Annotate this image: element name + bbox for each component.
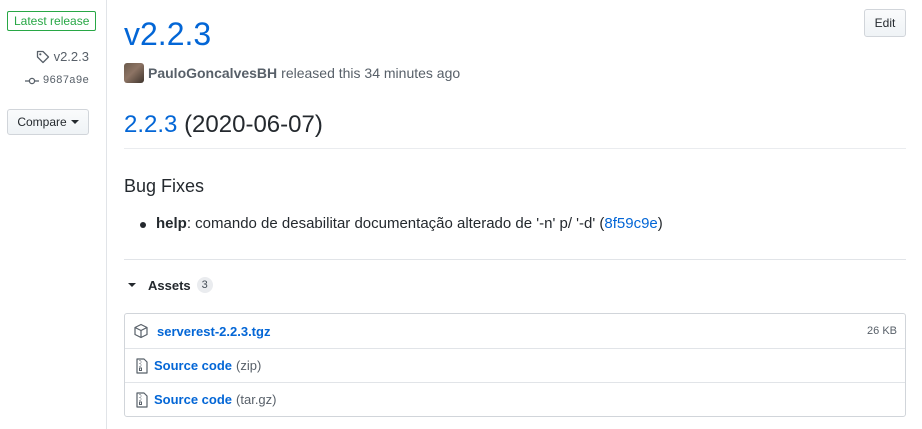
latest-release-badge: Latest release — [7, 11, 97, 31]
version-date: (2020-06-07) — [184, 111, 323, 138]
assets-toggle[interactable]: Assets 3 — [124, 277, 213, 293]
file-zip-icon — [136, 357, 148, 374]
assets-list: serverest-2.2.3.tgz 26 KB Source code (z… — [124, 313, 906, 417]
version-heading: 2.2.3 (2020-06-07) — [124, 110, 906, 149]
git-commit-icon — [24, 76, 39, 86]
release-title[interactable]: v2.2.3 — [124, 14, 211, 54]
fix-commit-link[interactable]: 8f59c9e — [604, 215, 657, 232]
release-meta-column: Latest release v2.2.3 9687a9e Compare — [0, 0, 107, 429]
package-icon — [133, 323, 149, 339]
commit-link[interactable]: 9687a9e — [24, 75, 89, 87]
source-code-zip-link[interactable]: Source code — [154, 358, 232, 373]
caret-down-icon — [128, 283, 136, 287]
fix-close: ) — [657, 215, 663, 232]
compare-label: Compare — [17, 115, 67, 129]
divider — [124, 259, 906, 260]
release-byline: PauloGoncalvesBH released this 34 minute… — [124, 63, 460, 83]
list-item: help: comando de desabilitar documentaçã… — [124, 213, 663, 235]
avatar[interactable] — [124, 63, 144, 83]
file-zip-icon — [136, 391, 148, 408]
asset-ext: (zip) — [236, 358, 262, 373]
version-link[interactable]: 2.2.3 — [124, 111, 177, 138]
released-time: released this 34 minutes ago — [281, 65, 461, 81]
compare-button[interactable]: Compare — [7, 109, 89, 135]
commit-sha: 9687a9e — [42, 75, 89, 87]
fix-text: : comando de desabilitar documentação al… — [186, 215, 605, 232]
asset-row: Source code (tar.gz) — [125, 382, 905, 416]
asset-ext: (tar.gz) — [236, 392, 277, 407]
author-link[interactable]: PauloGoncalvesBH — [148, 65, 277, 81]
assets-label: Assets — [148, 277, 191, 293]
edit-button[interactable]: Edit — [864, 9, 906, 37]
bug-fixes-heading: Bug Fixes — [124, 176, 205, 196]
asset-size: 26 KB — [867, 325, 897, 337]
asset-link[interactable]: serverest-2.2.3.tgz — [157, 324, 270, 339]
asset-row: serverest-2.2.3.tgz 26 KB — [125, 314, 905, 348]
fix-scope: help — [156, 215, 187, 232]
bullet-icon — [140, 222, 146, 228]
chevron-down-icon — [70, 120, 79, 124]
tag-icon — [36, 50, 50, 64]
tag-name: v2.2.3 — [53, 49, 89, 64]
assets-count: 3 — [196, 277, 213, 293]
asset-row: Source code (zip) — [125, 348, 905, 382]
source-code-targz-link[interactable]: Source code — [154, 392, 232, 407]
tag-link[interactable]: v2.2.3 — [36, 49, 89, 64]
release-page: Latest release v2.2.3 9687a9e Compare v2… — [0, 0, 922, 429]
bug-fixes-list: help: comando de desabilitar documentaçã… — [124, 213, 663, 235]
